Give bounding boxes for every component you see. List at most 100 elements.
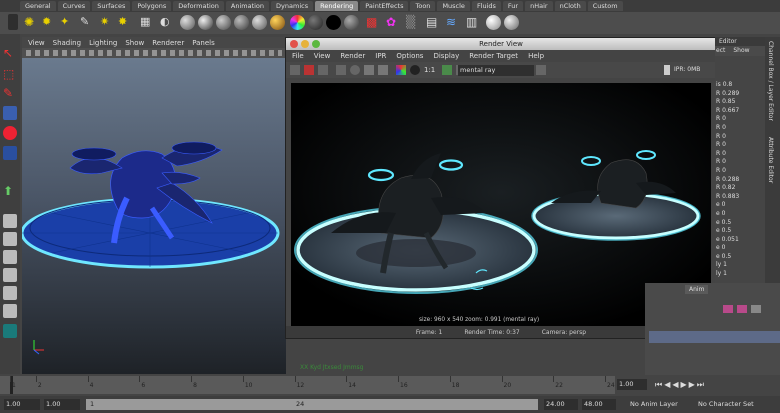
channel-row[interactable]: ly 1: [715, 261, 765, 270]
render-menu-render[interactable]: Render: [340, 52, 365, 60]
time-slider[interactable]: 1 2 4 6 8 10 12 14 16 18 20 22 24: [0, 376, 615, 394]
channel-menu-ect[interactable]: ect: [716, 46, 725, 56]
pause-ipr-icon[interactable]: [664, 65, 670, 75]
channel-box-tab[interactable]: Channel Box / Layer Editor: [767, 41, 774, 121]
shelf-tab-custom[interactable]: Custom: [587, 1, 623, 11]
volume-light-icon[interactable]: ✷: [100, 14, 114, 30]
channel-row[interactable]: R 0.667: [715, 107, 765, 116]
camera-icon[interactable]: ✎: [80, 14, 94, 30]
layer-icon-1[interactable]: [723, 305, 733, 313]
shelf-tab-nhair[interactable]: nHair: [525, 1, 553, 11]
renderer-select[interactable]: mental ray: [458, 65, 534, 76]
shelf-tab-fluids[interactable]: Fluids: [471, 1, 501, 11]
channel-row[interactable]: R 0.883: [715, 193, 765, 202]
checker-icon[interactable]: ▩: [366, 15, 380, 29]
light-icon[interactable]: ✺: [24, 14, 38, 30]
layout-four-icon[interactable]: [3, 232, 17, 246]
keep-image-icon[interactable]: [364, 65, 374, 75]
channel-row[interactable]: R 0: [715, 124, 765, 133]
point-light-icon[interactable]: ✸: [118, 14, 132, 30]
render-menu-ipr[interactable]: IPR: [375, 52, 386, 60]
shader-ball-1[interactable]: [180, 15, 195, 30]
zoom-icon[interactable]: [312, 40, 320, 48]
anim-layer-selector[interactable]: No Anim Layer: [630, 399, 678, 410]
render-menu-view[interactable]: View: [314, 52, 331, 60]
close-icon[interactable]: [290, 40, 298, 48]
cloth-icon[interactable]: ▥: [466, 15, 480, 29]
shelf-tab-polygons[interactable]: Polygons: [132, 1, 172, 11]
shelf-tab-ncloth[interactable]: nCloth: [554, 1, 586, 11]
shader-ball-2[interactable]: [198, 15, 213, 30]
select-tool-icon[interactable]: ↖: [3, 46, 17, 60]
channel-row[interactable]: R 0.289: [715, 90, 765, 99]
layer-icon-2[interactable]: [737, 305, 747, 313]
channel-row[interactable]: R 0.85: [715, 98, 765, 107]
ipr-render-icon[interactable]: [304, 65, 314, 75]
perspective-viewport[interactable]: [22, 58, 286, 374]
anim-layer-tab[interactable]: Anim: [685, 285, 709, 294]
shader-ball-3[interactable]: [216, 15, 231, 30]
channel-menu-show[interactable]: Show: [733, 46, 749, 56]
color-wheel-icon[interactable]: [290, 15, 305, 30]
shelf-tab-surfaces[interactable]: Surfaces: [92, 1, 131, 11]
ramp-icon[interactable]: ▤: [426, 15, 440, 29]
refresh-icon[interactable]: [350, 65, 360, 75]
layout-outliner-icon[interactable]: [3, 286, 17, 300]
render-view-titlebar[interactable]: Render View: [286, 38, 716, 50]
character-set-selector[interactable]: No Character Set: [698, 399, 754, 410]
shader-ball-5[interactable]: [252, 15, 267, 30]
layout-two-icon[interactable]: [3, 250, 17, 264]
shader-ball-11[interactable]: [504, 15, 519, 30]
ipr-icon[interactable]: ◐: [160, 14, 176, 30]
channel-row[interactable]: e 0: [715, 244, 765, 253]
render-menu-options[interactable]: Options: [396, 52, 423, 60]
manipulator-icon[interactable]: ⬆: [3, 184, 17, 198]
channel-row[interactable]: R 0: [715, 115, 765, 124]
channel-row[interactable]: e 0.051: [715, 236, 765, 245]
layer-row[interactable]: [649, 331, 780, 343]
shelf-tab-dynamics[interactable]: Dynamics: [271, 1, 314, 11]
render-settings-icon[interactable]: [536, 65, 546, 75]
channel-row[interactable]: e 0: [715, 210, 765, 219]
render-menu-help[interactable]: Help: [528, 52, 544, 60]
channel-row[interactable]: is 0.8: [715, 81, 765, 90]
shader-ball-10[interactable]: [486, 15, 501, 30]
range-slider[interactable]: 1 24: [86, 399, 538, 410]
spot-light-icon[interactable]: ✹: [42, 14, 56, 30]
layout-single-icon[interactable]: [3, 214, 17, 228]
start-time-field[interactable]: 1.00: [4, 399, 40, 410]
channel-row[interactable]: R 0: [715, 133, 765, 142]
channel-row[interactable]: R 0: [715, 150, 765, 159]
end-time-field[interactable]: 48.00: [582, 399, 616, 410]
scale-tool-icon[interactable]: [3, 146, 17, 160]
remove-image-icon[interactable]: [378, 65, 388, 75]
channel-row[interactable]: ly 1: [715, 270, 765, 279]
rgb-channel-icon[interactable]: [396, 65, 406, 75]
playback-end-field[interactable]: 24.00: [544, 399, 578, 410]
playback-start-field[interactable]: 1.00: [44, 399, 80, 410]
region-render-icon[interactable]: [336, 65, 346, 75]
rotate-tool-icon[interactable]: [3, 126, 17, 140]
viewport-menu-show[interactable]: Show: [125, 39, 144, 47]
hypershade-icon[interactable]: [3, 324, 17, 338]
shelf-tab-fur[interactable]: Fur: [502, 1, 524, 11]
channel-row[interactable]: R 0: [715, 167, 765, 176]
viewport-menu-shading[interactable]: Shading: [53, 39, 81, 47]
channel-row[interactable]: e 0.5: [715, 227, 765, 236]
shelf-tab-painteffects[interactable]: PaintEffects: [360, 1, 409, 11]
channel-row[interactable]: e 0.5: [715, 219, 765, 228]
shelf-tab-curves[interactable]: Curves: [57, 1, 91, 11]
viewport-menu-renderer[interactable]: Renderer: [152, 39, 184, 47]
shelf-tab-rendering[interactable]: Rendering: [315, 1, 359, 11]
render-menu-display[interactable]: Display: [433, 52, 459, 60]
current-frame-field[interactable]: 1.00: [617, 379, 647, 390]
render-menu-render-target[interactable]: Render Target: [469, 52, 518, 60]
layout-persp-icon[interactable]: [3, 268, 17, 282]
area-light-icon[interactable]: ✦: [60, 14, 74, 30]
shader-ball-8[interactable]: [326, 15, 341, 30]
shader-ball-7[interactable]: [308, 15, 323, 30]
layer-icon-3[interactable]: [751, 305, 761, 313]
shader-ball-9[interactable]: [344, 15, 359, 30]
playback-controls[interactable]: ⏮◀◀▶▶⏭: [655, 380, 775, 390]
shader-ball-6[interactable]: [270, 15, 285, 30]
